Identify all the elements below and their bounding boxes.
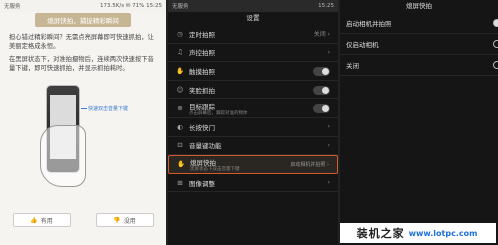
timer-icon: ◷ (177, 29, 183, 38)
settings-item-tracking[interactable]: ⊕ 目标跟踪 点击屏幕后，跟踪对准的物体 (168, 99, 338, 118)
useful-label: 有用 (40, 217, 53, 225)
camera-settings-panel: 无服务 15:25 设置 ◷ 定时拍照 关闭 › ♫ 声控拍照 › ✋ 触摸拍照 ☺ 笑脸抓拍… (168, 0, 338, 245)
settings-item-image-adjust[interactable]: ⊞ 图像调整 › (168, 174, 338, 193)
useful-button[interactable]: 👍 有用 (12, 213, 71, 227)
screenshot-collage: 无服务 173.5K/s ✉ 71% 15:25 熄屏快拍，捕捉精彩瞬间 担心错过… (0, 0, 498, 245)
option-label: 启动相机并拍照 (346, 20, 392, 28)
intro-paragraph-1: 担心错过精彩瞬间？无需点亮屏幕即可快速抓拍，让美丽定格成永恒。 (9, 34, 154, 50)
settings-item-smile[interactable]: ☺ 笑脸抓拍 (168, 81, 338, 100)
toggle-switch[interactable] (313, 85, 330, 95)
toggle-switch[interactable] (313, 104, 330, 114)
radio-selected-icon[interactable] (493, 19, 498, 27)
useless-label: 没用 (123, 217, 136, 225)
radio-icon[interactable] (493, 40, 498, 48)
item-label: 长按快门 (189, 123, 215, 132)
settings-item-timer[interactable]: ◷ 定时拍照 关闭 › (168, 25, 338, 44)
voice-icon: ♫ (177, 48, 183, 57)
arrow-label: 快速双击音量下键 (88, 106, 129, 112)
volume-icon: ⊡ (177, 141, 183, 150)
watermark-text: 装机之家 (356, 227, 405, 240)
chevron-right-icon: › (327, 123, 330, 131)
item-label: 定时拍照 (189, 30, 215, 39)
option-launch-only[interactable]: 仅启动相机 (340, 34, 498, 55)
option-launch-and-shoot[interactable]: 启动相机并拍照 (340, 13, 498, 34)
intro-text: 担心错过精彩瞬间？无需点亮屏幕即可快速抓拍，让美丽定格成永恒。 在黑屏状态下，对… (0, 27, 166, 73)
item-label: 触摸拍照 (189, 67, 215, 76)
illustration: 快速双击音量下键 (0, 77, 166, 195)
settings-item-voice[interactable]: ♫ 声控拍照 › (168, 44, 338, 63)
item-sublabel: 点击屏幕后，跟踪对准的物体 (189, 110, 248, 116)
useless-button[interactable]: 👎 没用 (95, 213, 154, 227)
smile-icon: ☺ (176, 85, 184, 94)
page-title: 设置 (246, 14, 260, 22)
item-sublabel: 黑屏状态下双击音量下键 (190, 166, 240, 172)
thumbs-up-icon: 👍 (30, 216, 38, 224)
touch-icon: ✋ (176, 66, 185, 75)
item-label: 熄屏快拍 黑屏状态下双击音量下键 (190, 157, 240, 172)
shutter-icon: ◐ (177, 122, 183, 131)
page-title: 熄屏快拍 (406, 2, 432, 10)
image-adjust-icon: ⊞ (177, 178, 183, 187)
item-value: 关闭 › (313, 31, 330, 39)
settings-item-long-press[interactable]: ◐ 长按快门 › (168, 118, 338, 137)
target-icon: ⊕ (177, 104, 183, 113)
toggle-switch[interactable] (313, 67, 330, 77)
intro-header: 熄屏快拍，捕捉精彩瞬间 (0, 12, 166, 27)
status-bar: 无服务 15:25 (168, 0, 338, 12)
feature-intro-panel: 无服务 173.5K/s ✉ 71% 15:25 熄屏快拍，捕捉精彩瞬间 担心错过… (0, 0, 166, 245)
chevron-right-icon: › (327, 179, 330, 187)
header-text: 熄屏快拍，捕捉精彩瞬间 (35, 12, 131, 27)
item-label: 音量键功能 (189, 142, 222, 151)
chevron-right-icon: › (327, 48, 330, 56)
status-bar: 无服务 173.5K/s ✉ 71% 15:25 (0, 0, 166, 12)
clock-text: 15:25 (318, 3, 334, 9)
item-value: 启动相机并拍照 › (290, 161, 329, 168)
intro-paragraph-2: 在黑屏状态下，对准拍摄物后，连续两次快速按下音量下键，即可快速抓拍，并显示抓拍耗… (9, 56, 154, 72)
thumbs-down-icon: 👎 (113, 216, 121, 224)
option-label: 关闭 (346, 62, 359, 70)
arrow-icon (81, 108, 87, 109)
snapshot-icon: ✋ (177, 160, 186, 169)
item-label-text: 目标跟踪 (189, 102, 215, 111)
item-label: 声控拍照 (189, 49, 215, 58)
hand-icon (40, 125, 86, 187)
snapshot-options-panel: 熄屏快拍 启动相机并拍照 仅启动相机 关闭 装机之家 www.lotpc.com (340, 0, 498, 245)
item-label: 目标跟踪 点击屏幕后，跟踪对准的物体 (189, 101, 248, 116)
item-label: 图像调整 (189, 179, 215, 188)
settings-item-volume-key[interactable]: ⊡ 音量键功能 › (168, 137, 338, 156)
settings-item-screen-off-snapshot[interactable]: ✋ 熄屏快拍 黑屏状态下双击音量下键 启动相机并拍照 › (168, 155, 338, 174)
option-off[interactable]: 关闭 (340, 55, 498, 76)
carrier-text: 无服务 (4, 4, 21, 10)
radio-icon[interactable] (493, 61, 498, 69)
watermark: 装机之家 www.lotpc.com (340, 223, 496, 243)
item-label: 笑脸抓拍 (189, 86, 215, 95)
chevron-right-icon: › (327, 141, 330, 149)
feedback-row: 👍 有用 👎 没用 (0, 213, 166, 227)
item-label-text: 熄屏快拍 (190, 158, 216, 167)
status-icons: 173.5K/s ✉ 71% 15:25 (100, 3, 162, 9)
option-label: 仅启动相机 (346, 41, 379, 49)
watermark-url: www.lotpc.com (408, 228, 478, 238)
settings-item-touch[interactable]: ✋ 触摸拍照 (168, 62, 338, 81)
carrier-text: 无服务 (172, 4, 189, 10)
